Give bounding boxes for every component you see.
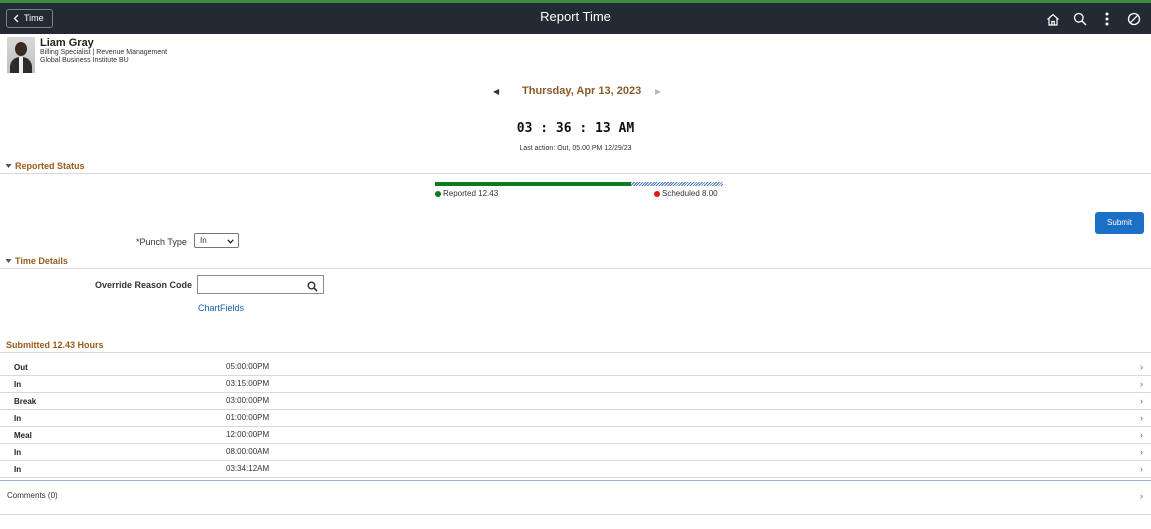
submitted-hours-title: Submitted 12.43 Hours xyxy=(6,340,104,350)
divider xyxy=(0,268,1151,269)
punch-row-type: In xyxy=(14,380,22,389)
punch-row-time: 03:00:00PM xyxy=(226,396,270,405)
caret-down-icon xyxy=(5,259,12,263)
chevron-right-icon: › xyxy=(1140,396,1143,406)
chevron-right-icon: › xyxy=(1140,413,1143,423)
punch-row-type: Out xyxy=(14,363,28,372)
punch-row-type: In xyxy=(14,414,22,423)
punch-row[interactable]: In 01:00:00PM › xyxy=(0,410,1151,427)
chevron-right-icon: › xyxy=(1140,491,1143,501)
reported-status-header[interactable]: Reported Status xyxy=(5,161,85,171)
chevron-right-icon: › xyxy=(1140,379,1143,389)
home-icon[interactable] xyxy=(1039,9,1066,29)
employee-name: Liam Gray xyxy=(40,37,94,49)
punch-row[interactable]: Out 05:00:00PM › xyxy=(0,359,1151,376)
employee-banner: Liam Gray Billing Specialist | Revenue M… xyxy=(7,37,167,73)
current-time: 03 : 36 : 13 AM xyxy=(516,121,635,136)
scheduled-bar xyxy=(630,182,723,186)
chevron-right-icon: › xyxy=(1140,447,1143,457)
punch-row-time: 08:00:00AM xyxy=(226,447,270,456)
scheduled-legend: Scheduled 8.00 xyxy=(654,189,718,198)
punch-row-time: 03:34:12AM xyxy=(226,464,270,473)
punch-row-time: 01:00:00PM xyxy=(226,413,270,422)
reported-status-title: Reported Status xyxy=(15,161,85,171)
navbar-icon[interactable] xyxy=(1120,9,1147,29)
page-title: Report Time xyxy=(540,9,611,24)
time-details-header[interactable]: Time Details xyxy=(5,256,68,266)
punch-type-select[interactable]: In xyxy=(194,233,239,248)
punch-row-time: 12:00:00PM xyxy=(226,430,270,439)
comments-label: Comments (0) xyxy=(7,491,58,500)
punch-row[interactable]: In 03:34:12AM › xyxy=(0,461,1151,478)
punch-row-time: 05:00:00PM xyxy=(226,362,270,371)
comments-row[interactable]: Comments (0) › xyxy=(0,480,1151,515)
chevron-right-icon: › xyxy=(1140,362,1143,372)
punch-row[interactable]: Break 03:00:00PM › xyxy=(0,393,1151,410)
reported-dot-icon xyxy=(435,190,441,197)
punch-type-label: *Punch Type xyxy=(136,237,187,247)
reported-legend: Reported 12.43 xyxy=(435,189,498,198)
submitted-punch-list: Out 05:00:00PM › In 03:15:00PM › Break 03:00:00… xyxy=(0,359,1151,478)
caret-down-icon xyxy=(5,164,12,168)
lookup-icon[interactable] xyxy=(307,279,318,297)
more-vertical-icon[interactable] xyxy=(1093,9,1120,29)
scheduled-dot-icon xyxy=(654,190,660,197)
top-banner: Time Report Time xyxy=(0,0,1151,34)
search-icon[interactable] xyxy=(1066,9,1093,29)
previous-day-icon[interactable]: ◀ xyxy=(493,87,499,96)
chartfields-link[interactable]: ChartFields xyxy=(198,303,244,313)
punch-row[interactable]: In 03:15:00PM › xyxy=(0,376,1151,393)
avatar xyxy=(7,37,35,73)
override-reason-input[interactable] xyxy=(197,275,324,294)
scheduled-label: Scheduled 8.00 xyxy=(662,189,718,198)
last-action: Last action: Out, 05.00 PM 12/29/23 xyxy=(519,145,632,152)
punch-row-type: Break xyxy=(14,397,37,406)
punch-row[interactable]: Meal 12:00:00PM › xyxy=(0,427,1151,444)
hours-progress-bar xyxy=(435,182,723,186)
time-details-title: Time Details xyxy=(15,256,68,266)
current-date[interactable]: Thursday, Apr 13, 2023 xyxy=(522,85,641,97)
divider xyxy=(0,352,1151,353)
punch-row-type: In xyxy=(14,448,22,457)
reported-label: Reported 12.43 xyxy=(443,189,499,198)
punch-row-type: In xyxy=(14,465,22,474)
reported-bar xyxy=(435,182,631,186)
chevron-right-icon: › xyxy=(1140,464,1143,474)
divider xyxy=(0,173,1151,174)
punch-row[interactable]: In 08:00:00AM › xyxy=(0,444,1151,461)
chevron-down-icon xyxy=(227,235,234,248)
punch-row-time: 03:15:00PM xyxy=(226,379,270,388)
submit-button[interactable]: Submit xyxy=(1095,212,1144,234)
punch-type-value: In xyxy=(200,236,207,245)
chevron-right-icon: › xyxy=(1140,430,1143,440)
punch-row-type: Meal xyxy=(14,431,32,440)
employee-business-unit: Global Business Institute BU xyxy=(40,57,129,64)
override-reason-label: Override Reason Code xyxy=(95,280,193,290)
employee-title: Billing Specialist | Revenue Management xyxy=(40,49,168,56)
next-day-icon[interactable]: ▶ xyxy=(655,87,661,96)
